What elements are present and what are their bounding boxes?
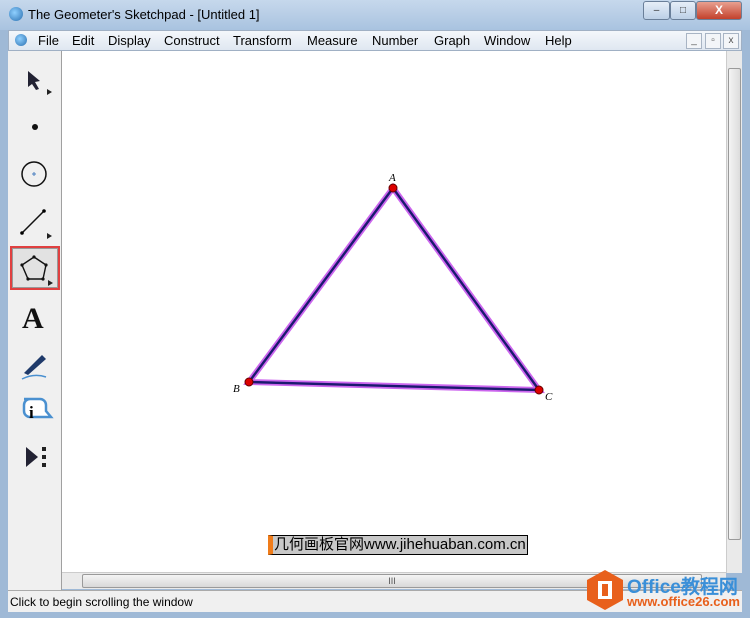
mdi-close-button[interactable]: x	[723, 33, 739, 49]
arrow-tool[interactable]	[12, 59, 58, 99]
marker-tool[interactable]	[12, 343, 58, 383]
pentagon-icon	[20, 255, 53, 286]
mdi-restore-button[interactable]: ▫	[705, 33, 721, 49]
svg-text:i: i	[29, 403, 34, 422]
menu-graph[interactable]: Graph	[434, 33, 470, 48]
point-a[interactable]	[388, 183, 398, 193]
menu-measure[interactable]: Measure	[307, 33, 358, 48]
label-b: B	[233, 383, 240, 395]
menu-number[interactable]: Number	[372, 33, 418, 48]
maximize-button[interactable]: □	[670, 1, 696, 20]
mdi-minimize-button[interactable]: _	[686, 33, 702, 49]
information-tool[interactable]: i	[12, 391, 58, 431]
menu-help[interactable]: Help	[545, 33, 572, 48]
toolbox: A i	[8, 51, 62, 591]
svg-text:A: A	[22, 302, 44, 335]
point-b[interactable]	[244, 377, 254, 387]
menu-display[interactable]: Display	[108, 33, 151, 48]
status-text: Click to begin scrolling the window	[10, 595, 193, 609]
menu-window[interactable]: Window	[484, 33, 530, 48]
point-c[interactable]	[534, 385, 544, 395]
title-bar: The Geometer's Sketchpad - [Untitled 1] …	[0, 0, 750, 30]
watermark: Office教程网 www.office26.com	[585, 566, 747, 614]
polygon-tool[interactable]	[10, 246, 60, 290]
triangle-abc[interactable]	[246, 185, 542, 392]
vertical-scroll-thumb[interactable]	[728, 68, 741, 540]
minimize-button[interactable]: –	[643, 1, 670, 20]
window-title: The Geometer's Sketchpad - [Untitled 1]	[28, 7, 260, 22]
menu-file[interactable]: File	[38, 33, 59, 48]
menu-transform[interactable]: Transform	[233, 33, 292, 48]
menu-edit[interactable]: Edit	[72, 33, 94, 48]
vertical-scrollbar[interactable]	[726, 51, 742, 573]
text-tool[interactable]: A	[12, 296, 58, 336]
triangle-sketch: A B C	[233, 172, 553, 403]
caption-text[interactable]: 几何画板官网www.jihehuaban.com.cn	[268, 535, 528, 555]
app-icon	[9, 7, 23, 21]
segment-highlight	[243, 182, 545, 394]
menu-bar: File Edit Display Construct Transform Me…	[8, 30, 742, 51]
menu-construct[interactable]: Construct	[164, 33, 220, 48]
sketch-canvas[interactable]: A B C	[62, 51, 726, 573]
point-tool[interactable]	[12, 107, 58, 147]
label-c: C	[545, 391, 553, 403]
straightedge-tool[interactable]	[12, 201, 58, 241]
office-logo	[587, 570, 623, 610]
compass-tool[interactable]	[12, 154, 58, 194]
close-button[interactable]: X	[696, 1, 742, 20]
custom-tool[interactable]	[12, 437, 58, 477]
document-icon	[15, 34, 27, 46]
label-a: A	[388, 172, 396, 184]
watermark-url: www.office26.com	[627, 594, 740, 609]
